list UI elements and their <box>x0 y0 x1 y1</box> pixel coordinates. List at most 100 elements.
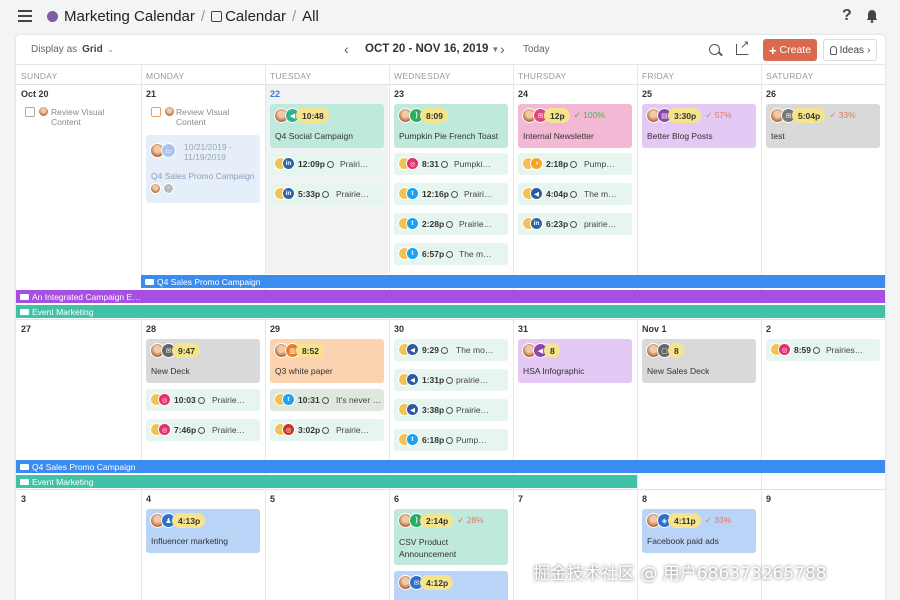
avatar <box>164 106 175 117</box>
card-title: New Deck <box>151 366 190 376</box>
previous-range-button[interactable]: ‹ <box>344 41 349 57</box>
day-number[interactable]: 5 <box>270 494 275 504</box>
campaign-band[interactable]: Q4 Sales Promo Campaign <box>16 460 885 473</box>
ideas-button[interactable]: Ideas › <box>823 39 877 61</box>
day-number-today[interactable]: 22 <box>270 89 280 99</box>
folder-icon <box>145 278 154 285</box>
day-number[interactable]: 9 <box>766 494 771 504</box>
campaign-band[interactable]: An Integrated Campaign E… <box>16 290 885 303</box>
day-number[interactable]: 8 <box>642 494 647 504</box>
breadcrumb-app[interactable]: Marketing Calendar <box>64 8 195 25</box>
avatar <box>150 183 161 194</box>
search-icon[interactable] <box>709 44 720 55</box>
day-number[interactable]: Nov 1 <box>642 324 667 334</box>
content-card[interactable]: ◀ 8 HSA Infographic <box>518 339 632 383</box>
task-checkbox[interactable] <box>25 107 35 117</box>
weekday-header: TUESDAY <box>270 71 312 81</box>
calendar-color-dot <box>47 11 58 22</box>
day-number[interactable]: 23 <box>394 89 404 99</box>
day-number[interactable]: 30 <box>394 324 404 334</box>
day-number[interactable]: 31 <box>518 324 528 334</box>
bell-icon[interactable] <box>866 9 878 23</box>
day-number[interactable]: 24 <box>518 89 528 99</box>
post-chip[interactable]: t 2:28p Prairie… <box>394 213 508 235</box>
chevron-right-icon: › <box>867 44 871 56</box>
post-chip[interactable]: ◀ 9:29 The mo… <box>394 339 508 361</box>
day-number[interactable]: 2 <box>766 324 771 334</box>
content-card[interactable]: ✉ 12p ✓ 100% Internal Newsletter <box>518 104 632 148</box>
folder-icon <box>20 308 29 315</box>
day-number[interactable]: 7 <box>518 494 523 504</box>
day-number[interactable]: 21 <box>146 89 156 99</box>
day-number[interactable]: 25 <box>642 89 652 99</box>
campaign-card[interactable]: ▭ 10/21/2019 - 11/19/2019 Q4 Sales Promo… <box>146 135 260 203</box>
day-number[interactable]: 26 <box>766 89 776 99</box>
post-chip[interactable]: ◀ 1:31p prairie… <box>394 369 508 391</box>
top-bar: Marketing Calendar / Calendar / All ? <box>0 0 900 34</box>
today-button[interactable]: Today <box>523 44 550 55</box>
content-card[interactable]: ▢ 8 New Sales Deck <box>642 339 756 383</box>
content-card[interactable]: ▥ 8:52 Q3 white paper <box>270 339 384 383</box>
share-icon[interactable] <box>736 38 749 55</box>
breadcrumb-view[interactable]: All <box>302 8 319 25</box>
card-title: Q3 white paper <box>275 366 333 376</box>
weekday-header: THURSDAY <box>518 71 567 81</box>
next-range-button[interactable]: › <box>500 41 505 57</box>
user-icon: · <box>163 183 174 194</box>
content-card[interactable]: ) 8:09 Pumpkin Pie French Toast <box>394 104 508 148</box>
content-card[interactable]: ◈ 4:11p ✓ 33% Facebook paid ads <box>642 509 756 553</box>
campaign-band[interactable]: Q4 Sales Promo Campaign <box>141 275 885 288</box>
day-number[interactable]: 27 <box>21 324 31 334</box>
hamburger-menu-icon[interactable] <box>18 10 32 22</box>
content-card[interactable]: ✉ 4:12p <box>394 571 508 600</box>
task-title[interactable]: Review Visual Content <box>51 107 131 127</box>
content-card[interactable]: ✉ 9:47 New Deck <box>146 339 260 383</box>
day-number[interactable]: 29 <box>270 324 280 334</box>
card-title: Better Blog Posts <box>647 131 713 141</box>
campaign-band[interactable]: Event Marketing <box>16 475 637 488</box>
post-chip[interactable]: ◎ 7:46p Prairie… <box>146 419 260 441</box>
date-range-selector[interactable]: OCT 20 - NOV 16, 2019 ▼ <box>365 43 499 55</box>
post-chip[interactable]: ◀ 3:38p Prairie… <box>394 399 508 421</box>
post-chip[interactable]: in 6:23p prairie… <box>518 213 632 235</box>
day-number[interactable]: 3 <box>21 494 26 504</box>
card-title: Influencer marketing <box>151 536 229 546</box>
day-number[interactable]: Oct 20 <box>21 89 49 99</box>
post-chip[interactable]: t 12:16p Prairi… <box>394 183 508 205</box>
calendar-icon <box>211 11 223 22</box>
task-title[interactable]: Review Visual Content <box>176 107 246 127</box>
post-chip[interactable]: ◎ 3:02p Prairie… <box>270 419 384 441</box>
calendar-toolbar: Display as Grid ⌄ ‹ OCT 20 - NOV 16, 2019 ▼… <box>16 35 885 65</box>
content-card[interactable]: ♟ 4:13p Influencer marketing <box>146 509 260 553</box>
post-chip[interactable]: t 10:31 It's never … <box>270 389 384 411</box>
day-number[interactable]: 4 <box>146 494 151 504</box>
day-number[interactable]: 6 <box>394 494 399 504</box>
post-chip[interactable]: ◎ 8:31 Pumpki… <box>394 153 508 175</box>
post-chip[interactable]: ◀ 4:04p The m… <box>518 183 632 205</box>
post-chip[interactable]: t 6:18p Pump… <box>394 429 508 451</box>
post-chip[interactable]: ◎ 8:59 Prairies… <box>766 339 880 361</box>
content-card[interactable]: ▤ 3:30p ✓ 57% Better Blog Posts <box>642 104 756 148</box>
post-chip[interactable]: in 12:09p Prairi… <box>270 153 384 175</box>
plus-icon: + <box>768 42 777 58</box>
chevron-down-icon: ⌄ <box>106 44 115 54</box>
campaign-band[interactable]: Event Marketing <box>16 305 885 318</box>
folder-icon <box>20 463 29 470</box>
calendar-panel: Display as Grid ⌄ ‹ OCT 20 - NOV 16, 2019 ▼… <box>16 35 885 600</box>
breadcrumb-separator: / <box>291 8 297 25</box>
help-icon[interactable]: ? <box>842 7 852 25</box>
card-title: HSA Infographic <box>523 366 585 376</box>
avatar <box>38 106 49 117</box>
post-chip[interactable]: in 5:33p Prairie… <box>270 183 384 205</box>
breadcrumb-section[interactable]: Calendar <box>211 8 286 25</box>
content-card[interactable]: ) 2:14p ✓ 28% CSV Product Announcement <box>394 509 508 565</box>
task-checkbox[interactable] <box>151 107 161 117</box>
post-chip[interactable]: t 6:57p The m… <box>394 243 508 265</box>
content-card[interactable]: ✉ 5:04p ✓ 33% test <box>766 104 880 148</box>
content-card[interactable]: ◀ 10:48 Q4 Social Campaign <box>270 104 384 148</box>
post-chip[interactable]: ◎ 10:03 Prairie… <box>146 389 260 411</box>
create-button[interactable]: + Create <box>763 39 817 61</box>
day-number[interactable]: 28 <box>146 324 156 334</box>
display-as-select[interactable]: Display as Grid ⌄ <box>31 44 114 55</box>
post-chip[interactable]: ◑ 2:18p Pump… <box>518 153 632 175</box>
